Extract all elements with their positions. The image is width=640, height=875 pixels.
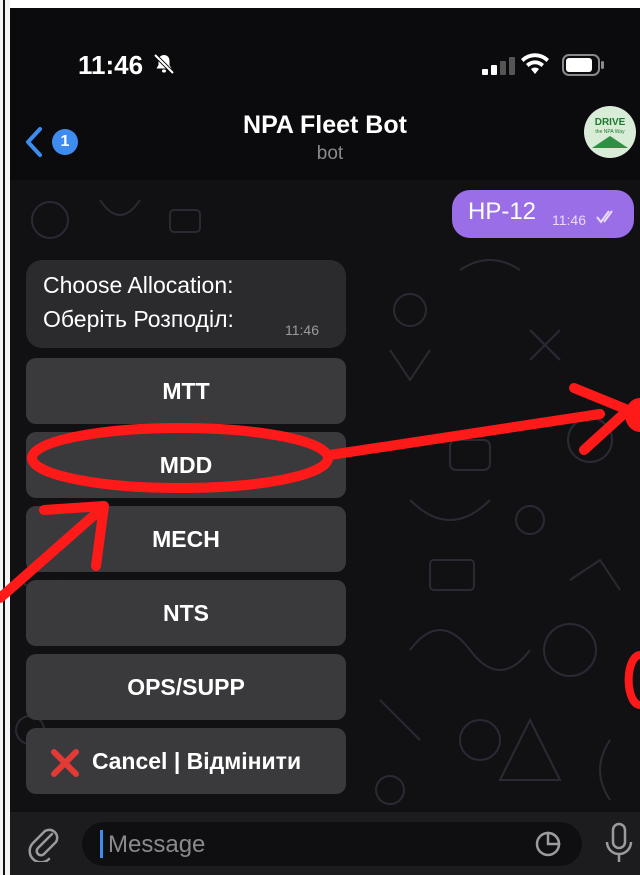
incoming-message-line1: Choose Allocation: — [43, 272, 234, 298]
paperclip-icon[interactable] — [24, 822, 64, 862]
red-x-icon — [51, 749, 79, 777]
status-time: 11:46 — [78, 50, 144, 80]
bell-slash-icon — [153, 53, 175, 75]
incoming-message-line2: Оберіть Розподіл: — [43, 306, 234, 332]
telegram-screen: 11:46 1 NPA Fleet Bot bot DRIVE the NPA … — [10, 8, 640, 875]
inline-button-ops-supp[interactable]: OPS/SUPP — [26, 654, 346, 720]
message-input[interactable] — [82, 822, 582, 868]
chat-title[interactable]: NPA Fleet Bot — [10, 111, 640, 140]
chat-header: 1 NPA Fleet Bot bot DRIVE the NPA Way — [10, 106, 640, 180]
inline-button-nts[interactable]: NTS — [26, 580, 346, 646]
inline-button-label: MECH — [152, 526, 220, 552]
outgoing-message-text: HP-12 — [468, 198, 537, 225]
text-cursor — [100, 830, 103, 858]
inline-button-label: MTT — [162, 378, 210, 404]
inline-button-mech[interactable]: MECH — [26, 506, 346, 572]
double-check-icon — [596, 210, 613, 224]
inline-button-mdd[interactable]: MDD — [26, 432, 346, 498]
outgoing-message[interactable]: HP-12 11:46 — [452, 190, 634, 238]
wifi-icon — [521, 53, 549, 74]
inline-button-label: MDD — [159, 452, 213, 478]
avatar-logo-subtext: the NPA Way — [595, 129, 625, 135]
cancel-button-label: Cancel | Відмінити — [92, 748, 302, 774]
battery-icon — [562, 54, 604, 76]
status-bar: 11:46 — [10, 8, 640, 108]
inline-button-mtt[interactable]: MTT — [26, 358, 346, 424]
inline-button-label: OPS/SUPP — [127, 674, 245, 700]
chat-subtitle: bot — [316, 143, 344, 164]
microphone-icon[interactable] — [604, 822, 634, 864]
message-field[interactable] — [106, 822, 530, 868]
sticker-icon[interactable] — [534, 830, 562, 858]
screenshot-left-edge — [0, 0, 10, 875]
inline-button-label: NTS — [163, 600, 209, 626]
incoming-message[interactable]: Choose Allocation: Оберіть Розподіл: 11:… — [26, 260, 346, 348]
inline-button-cancel[interactable]: Cancel | Відмінити — [26, 728, 346, 794]
outgoing-message-time: 11:46 — [552, 212, 586, 228]
message-input-bar — [10, 812, 640, 875]
chat-area[interactable]: HP-12 11:46 Choose Allocation: Оберіть Р… — [10, 180, 640, 812]
signal-icon — [482, 57, 515, 75]
avatar-logo-text: DRIVE — [594, 117, 626, 128]
bot-avatar[interactable]: DRIVE the NPA Way — [584, 106, 636, 158]
incoming-message-time: 11:46 — [285, 322, 319, 338]
